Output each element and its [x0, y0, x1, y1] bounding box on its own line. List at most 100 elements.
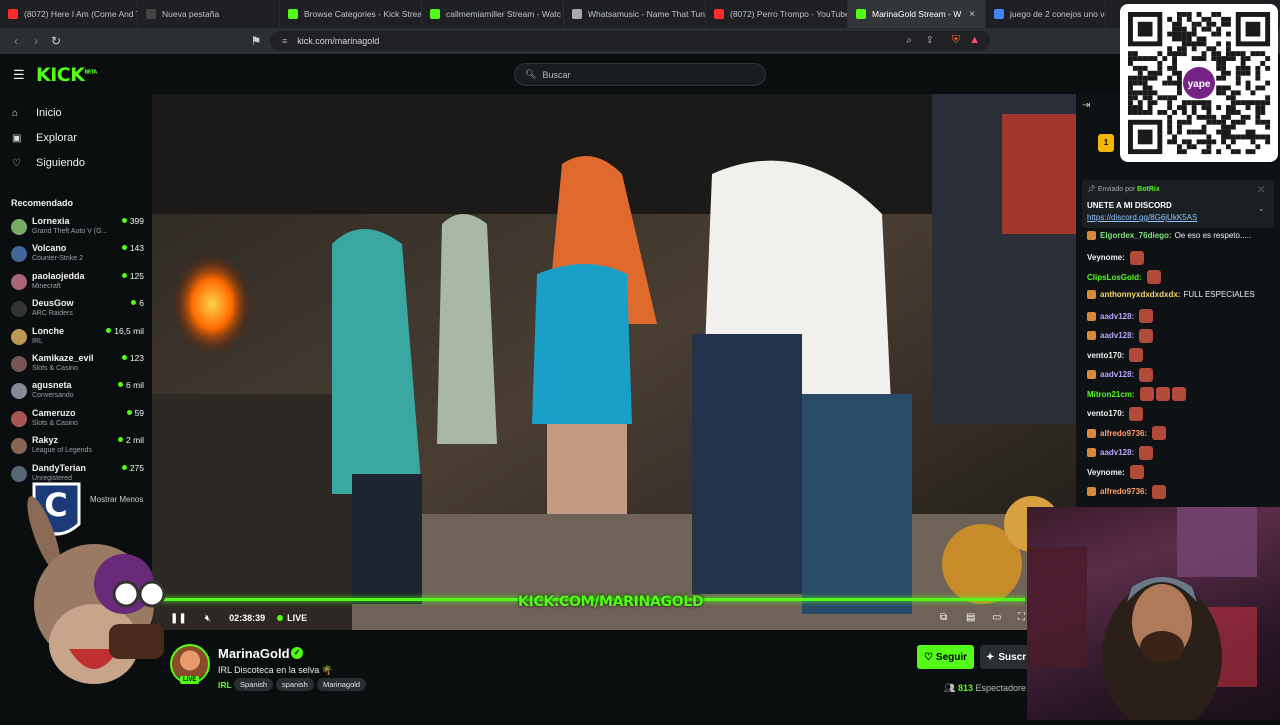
qr-module — [1181, 105, 1187, 110]
pause-icon[interactable]: ❚❚ — [170, 613, 187, 624]
qr-module — [1181, 119, 1187, 125]
browser-tab[interactable]: (8072) Here I Am (Come And Ta — [0, 0, 138, 28]
chat-message: vento170: — [1087, 406, 1277, 421]
qr-module — [1142, 95, 1148, 101]
chat-username[interactable]: aadv128: — [1100, 331, 1134, 340]
leaderboard-icon[interactable]: 1 — [1098, 134, 1114, 152]
qr-module — [1191, 41, 1197, 47]
reload-icon[interactable]: ↻ — [46, 34, 66, 48]
browser-tab-strip: (8072) Here I Am (Come And Ta Nueva pesta… — [0, 0, 1280, 28]
menu-icon[interactable]: ☰ — [13, 67, 25, 83]
browser-tab[interactable]: MarinaGold Stream - W × — [848, 0, 986, 28]
video-player[interactable] — [152, 94, 1076, 630]
mute-icon[interactable]: 🔇︎ — [205, 613, 211, 624]
chat-username[interactable]: vento170: — [1087, 351, 1124, 360]
qr-module — [1265, 95, 1271, 101]
qr-module — [1172, 56, 1177, 61]
browser-tab[interactable]: Whatsamusic - Name That Tun — [564, 0, 706, 28]
qr-module — [1186, 129, 1192, 135]
qr-module — [1191, 26, 1197, 32]
chat-username[interactable]: vento170: — [1087, 409, 1124, 418]
qr-module — [1147, 56, 1153, 61]
qr-module — [1162, 80, 1168, 86]
qr-module — [1172, 26, 1177, 32]
follow-button[interactable]: ♡ Seguir — [917, 645, 974, 669]
qr-module — [1132, 75, 1138, 81]
tag-chip[interactable]: spanish — [276, 678, 314, 691]
browser-tab[interactable]: callmemiamiller Stream - Watc — [422, 0, 564, 28]
search-input[interactable]: 🔍︎ Buscar — [514, 63, 766, 86]
recommended-channel[interactable]: Volcano Counter-Strike 2 143 — [11, 242, 144, 269]
recommended-channel[interactable]: DeusGow ARC Raiders 6 — [11, 297, 144, 324]
close-tab-icon[interactable]: × — [969, 9, 975, 20]
theater-mode-icon[interactable]: ▭ — [992, 612, 1001, 623]
qr-module — [1216, 129, 1222, 135]
qr-module — [1196, 41, 1202, 47]
chat-username[interactable]: anthonnyxdxdxdxdx: — [1100, 290, 1180, 299]
chevron-down-icon[interactable]: ⌄ — [1258, 204, 1265, 213]
chat-username[interactable]: Veynome: — [1087, 468, 1125, 477]
collapse-chat-icon[interactable]: ⇥ — [1082, 100, 1090, 111]
chat-username[interactable]: aadv128: — [1100, 312, 1134, 321]
clip-icon[interactable]: ▤ — [966, 612, 975, 623]
chat-username[interactable]: alfredo9736: — [1100, 429, 1147, 438]
chat-username[interactable]: ClipsLosGold: — [1087, 273, 1142, 282]
kick-logo[interactable]: KICKBETA — [36, 64, 97, 86]
qr-module — [1201, 139, 1207, 145]
channel-name[interactable]: MarinaGold — [218, 646, 290, 661]
recommended-channel[interactable]: agusneta Conversando 6 mil — [11, 379, 144, 406]
url-bar[interactable]: ≡ kick.com/marinagold ⌕ ⇪ ⛨ ▲ — [270, 31, 990, 51]
fullscreen-icon[interactable]: ⛶ — [1018, 612, 1025, 623]
bookmark-icon[interactable]: ⚑ — [246, 34, 266, 48]
tab-label: Whatsamusic - Name That Tun — [588, 9, 705, 19]
browser-tab[interactable]: (8072) Perro Trompo - YouTube — [706, 0, 848, 28]
pinned-link[interactable]: https://discord.gg/8G6jUkK5AS — [1087, 213, 1197, 222]
picture-in-picture-icon[interactable]: ⧉ — [940, 612, 947, 623]
qr-module — [1230, 105, 1236, 110]
tag-chip[interactable]: Spanish — [234, 678, 274, 691]
category-link[interactable]: IRL — [218, 680, 232, 690]
zoom-icon[interactable]: ⌕ — [906, 35, 912, 46]
chat-username[interactable]: alfredo9736: — [1100, 487, 1147, 496]
browser-tab[interactable]: juego de 2 conejos uno ver — [986, 0, 1106, 28]
tag-chip[interactable]: Marinagold — [317, 678, 367, 691]
recommended-channel[interactable]: Kamikaze_evil Slots & Casino 123 — [11, 352, 144, 379]
sidebar-item-inicio[interactable]: ⌂ Inicio — [12, 107, 62, 119]
qr-module — [1226, 105, 1231, 110]
qr-module — [1211, 31, 1217, 37]
live-indicator[interactable]: LIVE — [277, 613, 307, 623]
chat-username[interactable]: Mitron21cm: — [1087, 390, 1135, 399]
share-icon[interactable]: ⇪ — [926, 35, 934, 46]
qr-module — [1162, 110, 1168, 115]
back-arrow-icon[interactable]: ‹ — [6, 34, 26, 48]
chat-username[interactable]: aadv128: — [1100, 448, 1134, 457]
qr-module — [1216, 31, 1222, 37]
qr-module — [1147, 90, 1153, 96]
chat-username[interactable]: aadv128: — [1100, 370, 1134, 379]
brave-rewards-icon[interactable]: ▲ — [969, 34, 980, 46]
recommended-channel[interactable]: paolaojedda Minecraft 125 — [11, 270, 144, 297]
qr-module — [1186, 144, 1192, 150]
recommended-channel[interactable]: Rakyz League of Legends 2 mil — [11, 434, 144, 461]
channel-avatar — [11, 410, 27, 427]
recommended-channel[interactable]: Cameruzo Slots & Casino 59 — [11, 407, 144, 434]
chat-username[interactable]: Veynome: — [1087, 253, 1125, 262]
tab-label: juego de 2 conejos uno ver — [1010, 9, 1106, 19]
chat-username[interactable]: Elgordex_76diego: — [1100, 231, 1172, 240]
recommended-channel[interactable]: Lornexia Grand Theft Auto V (G... 399 — [11, 215, 144, 242]
forward-arrow-icon[interactable]: › — [26, 34, 46, 48]
qr-module — [1235, 110, 1241, 115]
qr-module — [1221, 65, 1226, 71]
sidebar-item-siguiendo[interactable]: ♡ Siguiendo — [12, 157, 85, 169]
browser-tab[interactable]: Nueva pestaña — [138, 0, 280, 28]
brave-shield-icon[interactable]: ⛨ — [952, 34, 960, 47]
qr-module — [1167, 51, 1173, 57]
sidebar-item-explorar[interactable]: ▣ Explorar — [12, 132, 77, 144]
site-settings-icon[interactable]: ≡ — [282, 36, 287, 46]
unpin-icon[interactable]: ⤫ — [1258, 185, 1264, 195]
pinned-by-user[interactable]: BotRix — [1137, 186, 1160, 193]
qr-module — [1240, 65, 1246, 71]
browser-tab[interactable]: Browse Categories - Kick Strea — [280, 0, 422, 28]
recommended-channel[interactable]: Lonche IRL 16,5 mil — [11, 325, 144, 352]
chat-message: Elgordex_76diego: Oe eso es respeto..... — [1087, 231, 1277, 240]
